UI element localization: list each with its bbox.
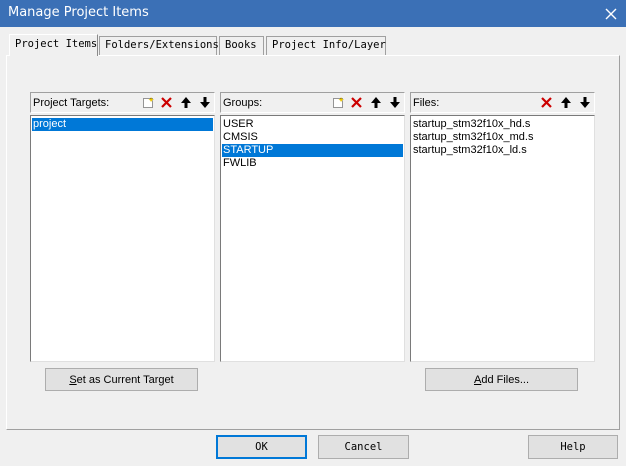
list-item[interactable]: USER: [222, 118, 403, 131]
window-title: Manage Project Items: [8, 5, 149, 20]
files-header: Files:: [410, 92, 595, 113]
delete-icon: [351, 97, 362, 108]
button-label: Cancel: [344, 441, 383, 453]
new-item-icon: [142, 96, 154, 108]
tab-label: Folders/Extensions: [105, 39, 219, 51]
groups-list[interactable]: USER CMSIS STARTUP FWLIB: [220, 115, 405, 362]
close-icon: [605, 8, 617, 19]
tab-label: Books: [225, 39, 257, 51]
groups-header: Groups:: [220, 92, 405, 113]
cancel-button[interactable]: Cancel: [318, 435, 409, 459]
tab-books[interactable]: Books: [219, 36, 264, 55]
files-list[interactable]: startup_stm32f10x_hd.s startup_stm32f10x…: [410, 115, 595, 362]
close-button[interactable]: [596, 0, 626, 27]
move-target-up-button[interactable]: [176, 94, 195, 112]
delete-icon: [541, 97, 552, 108]
files-label: Files:: [413, 96, 440, 109]
new-item-icon: [332, 96, 344, 108]
groups-label: Groups:: [223, 96, 263, 109]
add-files-button[interactable]: Add Files...: [425, 368, 578, 391]
new-group-button[interactable]: [328, 94, 347, 112]
tab-folders-extensions[interactable]: Folders/Extensions: [99, 36, 219, 55]
mnemonic: S: [69, 373, 77, 386]
list-item[interactable]: startup_stm32f10x_ld.s: [412, 144, 593, 157]
arrow-down-icon: [579, 97, 590, 108]
arrow-up-icon: [560, 97, 571, 108]
title-bar: Manage Project Items: [0, 0, 626, 27]
move-group-down-button[interactable]: [385, 94, 404, 112]
tab-label: Project Info/Layer: [272, 39, 386, 51]
project-targets-list[interactable]: project: [30, 115, 215, 362]
list-item[interactable]: startup_stm32f10x_md.s: [412, 131, 593, 144]
project-targets-header: Project Targets:: [30, 92, 215, 113]
list-item[interactable]: STARTUP: [222, 144, 403, 157]
ok-button[interactable]: OK: [216, 435, 307, 459]
button-label: dd Files...: [481, 373, 530, 386]
button-label: OK: [255, 441, 268, 453]
arrow-up-icon: [180, 97, 191, 108]
help-button[interactable]: Help: [528, 435, 618, 459]
groups-pane: Groups: USER CMSIS STARTUP FWLIB: [220, 92, 405, 362]
arrow-down-icon: [199, 97, 210, 108]
move-file-down-button[interactable]: [575, 94, 594, 112]
delete-group-button[interactable]: [347, 94, 366, 112]
project-targets-pane: Project Targets: project: [30, 92, 215, 362]
set-as-current-target-button[interactable]: Set as Current Target: [45, 368, 198, 391]
arrow-down-icon: [389, 97, 400, 108]
project-targets-label: Project Targets:: [33, 96, 110, 109]
arrow-up-icon: [370, 97, 381, 108]
tab-project-items[interactable]: Project Items: [9, 34, 98, 56]
move-group-up-button[interactable]: [366, 94, 385, 112]
files-pane: Files: startup_stm32f10x_hd.s startup_st…: [410, 92, 595, 362]
delete-icon: [161, 97, 172, 108]
list-item[interactable]: project: [32, 118, 213, 131]
list-item[interactable]: FWLIB: [222, 157, 403, 170]
tab-project-info-layer[interactable]: Project Info/Layer: [266, 36, 386, 55]
list-item[interactable]: startup_stm32f10x_hd.s: [412, 118, 593, 131]
delete-file-button[interactable]: [537, 94, 556, 112]
move-file-up-button[interactable]: [556, 94, 575, 112]
delete-target-button[interactable]: [157, 94, 176, 112]
button-label: Help: [560, 441, 586, 453]
button-label: et as Current Target: [76, 373, 174, 386]
new-target-button[interactable]: [138, 94, 157, 112]
mnemonic: A: [473, 373, 482, 386]
tab-label: Project Items: [15, 38, 98, 50]
move-target-down-button[interactable]: [195, 94, 214, 112]
list-item[interactable]: CMSIS: [222, 131, 403, 144]
